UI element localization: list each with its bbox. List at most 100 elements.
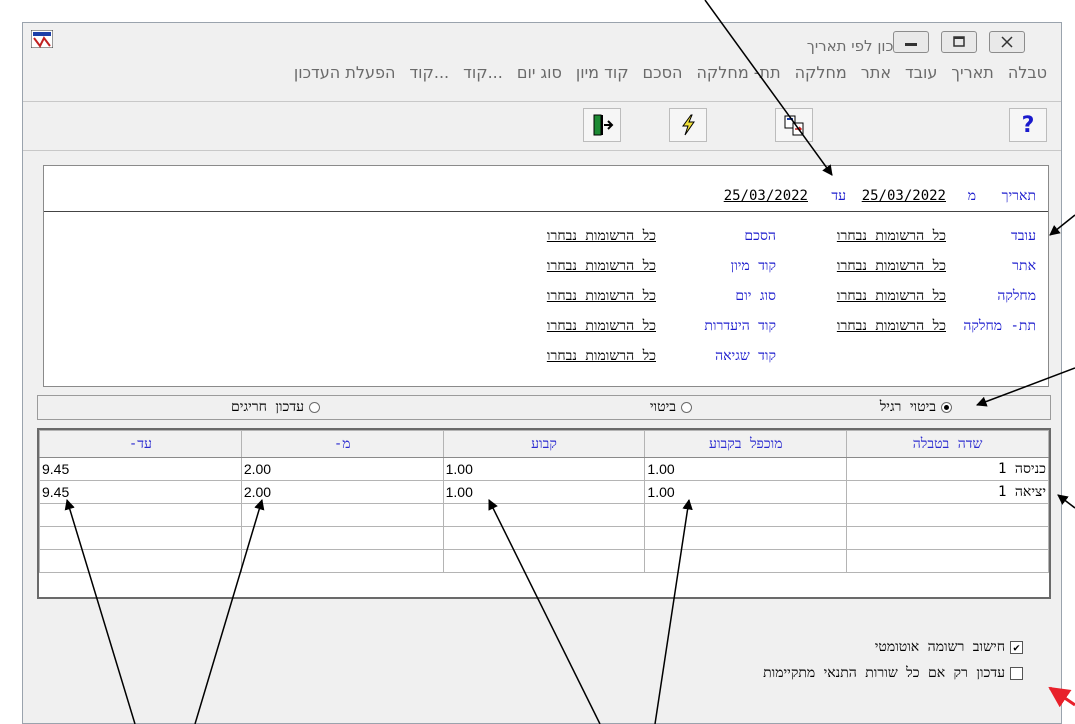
- table-row: כניסה 1 1.00 1.00 2.00 9.45: [39, 457, 1049, 481]
- all-records-link[interactable]: כל הרשומות נבחרו: [837, 228, 946, 245]
- grid-cell[interactable]: 9.45: [39, 457, 242, 481]
- checkbox-empty: [1010, 667, 1023, 680]
- grid-cell[interactable]: [39, 549, 242, 573]
- grid-cell[interactable]: [39, 503, 242, 527]
- all-conditions-label: עדכון רק אם כל שורות התנאי מתקיימות: [763, 665, 1005, 681]
- exit-button[interactable]: [583, 108, 621, 142]
- radio-dot: [309, 402, 320, 413]
- conditions-grid: שדה בטבלה מוכפל בקבוע קבוע מ- עד- כניסה 1 1.0…: [37, 428, 1051, 599]
- auto-calc-label: חישוב רשומה אוטומטי: [874, 639, 1005, 655]
- app-icon: [31, 30, 53, 48]
- grid-cell[interactable]: [39, 526, 242, 550]
- grid-cell[interactable]: [240, 503, 444, 527]
- all-records-link[interactable]: כל הרשומות נבחרו: [547, 228, 656, 245]
- grid-cell[interactable]: [442, 549, 646, 573]
- all-conditions-checkbox[interactable]: עדכון רק אם כל שורות התנאי מתקיימות: [763, 665, 1023, 682]
- column-header[interactable]: קבוע: [442, 430, 646, 458]
- close-button[interactable]: [989, 31, 1025, 53]
- auto-calc-checkbox[interactable]: ✔ חישוב רשומה אוטומטי: [875, 639, 1023, 656]
- menu-item[interactable]: הפעלת העדכון: [294, 63, 396, 82]
- from-label: מ: [967, 188, 976, 204]
- grid-cell[interactable]: [846, 503, 1049, 527]
- checkbox-checked: ✔: [1010, 641, 1023, 654]
- maximize-button[interactable]: [941, 31, 977, 53]
- grid-cell[interactable]: 1.00: [644, 480, 848, 504]
- table-row: [39, 526, 1049, 550]
- all-records-link[interactable]: כל הרשומות נבחרו: [547, 318, 656, 335]
- date-label: תאריך: [1001, 188, 1036, 204]
- close-icon: [1001, 36, 1013, 48]
- filter-label: קוד היעדרות: [704, 318, 776, 334]
- menu-item[interactable]: מחלקה: [795, 63, 847, 82]
- copy-icon: [784, 115, 804, 136]
- menu-items: טבלה תאריך עובד אתר מחלקה תת- מחלקה הסכם קוד מי…: [294, 63, 1047, 82]
- update-by-date-window: עדכון לפי תאריך טבלה תאריך עובד אתר מחלקה תת-…: [22, 22, 1062, 724]
- column-header[interactable]: מוכפל בקבוע: [644, 430, 848, 458]
- radio-dot-selected: [941, 402, 952, 413]
- menu-item[interactable]: קוד...: [463, 63, 503, 82]
- all-records-link[interactable]: כל הרשומות נבחרו: [837, 258, 946, 275]
- restore-icon: [953, 36, 965, 47]
- grid-cell[interactable]: 1.00: [442, 457, 646, 481]
- grid-cell[interactable]: [644, 503, 848, 527]
- filter-label: מחלקה: [997, 288, 1036, 304]
- grid-cell[interactable]: [442, 503, 646, 527]
- filter-label: קוד שגיאה: [715, 348, 776, 364]
- all-records-link[interactable]: כל הרשומות נבחרו: [547, 348, 656, 365]
- filter-label: אתר: [1012, 258, 1036, 274]
- menu-bar: טבלה תאריך עובד אתר מחלקה תת- מחלקה הסכם קוד מי…: [23, 63, 1061, 89]
- run-update-button[interactable]: [669, 108, 707, 142]
- grid-cell[interactable]: 2.00: [240, 457, 444, 481]
- to-date-link[interactable]: 25/03/2022: [724, 188, 808, 204]
- menu-item[interactable]: תת- מחלקה: [696, 63, 780, 82]
- toolbar: ?: [23, 101, 1061, 151]
- menu-item[interactable]: אתר: [861, 63, 891, 82]
- grid-cell[interactable]: [240, 526, 444, 550]
- menu-item[interactable]: טבלה: [1008, 63, 1047, 82]
- menu-item[interactable]: תאריך: [951, 63, 993, 82]
- filter-label: תת- מחלקה: [963, 318, 1036, 334]
- expression-type-bar: ביטוי רגיל ביטוי עדכון חריגים: [37, 395, 1051, 420]
- help-button[interactable]: ?: [1009, 108, 1047, 142]
- grid-cell[interactable]: [846, 549, 1049, 573]
- radio-exceptions-update[interactable]: עדכון חריגים: [231, 399, 320, 416]
- column-header[interactable]: עד-: [39, 430, 242, 458]
- minimize-button[interactable]: [893, 31, 929, 53]
- grid-cell[interactable]: [240, 549, 444, 573]
- grid-cell[interactable]: [644, 526, 848, 550]
- grid-cell[interactable]: יציאה 1: [846, 480, 1049, 504]
- to-label: עד: [831, 188, 846, 204]
- all-records-link[interactable]: כל הרשומות נבחרו: [837, 318, 946, 335]
- all-records-link[interactable]: כל הרשומות נבחרו: [547, 288, 656, 305]
- all-records-link[interactable]: כל הרשומות נבחרו: [547, 258, 656, 275]
- column-header[interactable]: מ-: [240, 430, 444, 458]
- grid-cell[interactable]: [644, 549, 848, 573]
- menu-item[interactable]: קוד...: [409, 63, 449, 82]
- menu-item[interactable]: סוג יום: [517, 63, 562, 82]
- grid-cell[interactable]: 9.45: [39, 480, 242, 504]
- radio-dot: [681, 402, 692, 413]
- grid-cell[interactable]: 1.00: [442, 480, 646, 504]
- menu-item[interactable]: עובד: [905, 63, 937, 82]
- title-bar: עדכון לפי תאריך: [23, 23, 1061, 67]
- radio-expression[interactable]: ביטוי: [650, 399, 692, 416]
- grid-cell[interactable]: 2.00: [240, 480, 444, 504]
- grid-cell[interactable]: כניסה 1: [846, 457, 1049, 481]
- from-date-link[interactable]: 25/03/2022: [862, 188, 946, 204]
- column-header[interactable]: שדה בטבלה: [846, 430, 1049, 458]
- table-row: [39, 549, 1049, 573]
- radio-regular-expression[interactable]: ביטוי רגיל: [880, 399, 952, 416]
- grid-cell[interactable]: 1.00: [644, 457, 848, 481]
- filter-divider: [44, 211, 1048, 212]
- radio-regular-label: ביטוי רגיל: [879, 399, 936, 415]
- copy-button[interactable]: [775, 108, 813, 142]
- menu-item[interactable]: קוד מיון: [576, 63, 629, 82]
- grid-cell[interactable]: [442, 526, 646, 550]
- lightning-icon: [682, 114, 695, 136]
- exit-door-icon: [593, 114, 614, 136]
- menu-item[interactable]: הסכם: [643, 63, 683, 82]
- filter-panel: תאריך מ 25/03/2022 עד 25/03/2022 עובד כל …: [43, 165, 1049, 387]
- all-records-link[interactable]: כל הרשומות נבחרו: [837, 288, 946, 305]
- grid-cell[interactable]: [846, 526, 1049, 550]
- filter-label: עובד: [1011, 228, 1036, 244]
